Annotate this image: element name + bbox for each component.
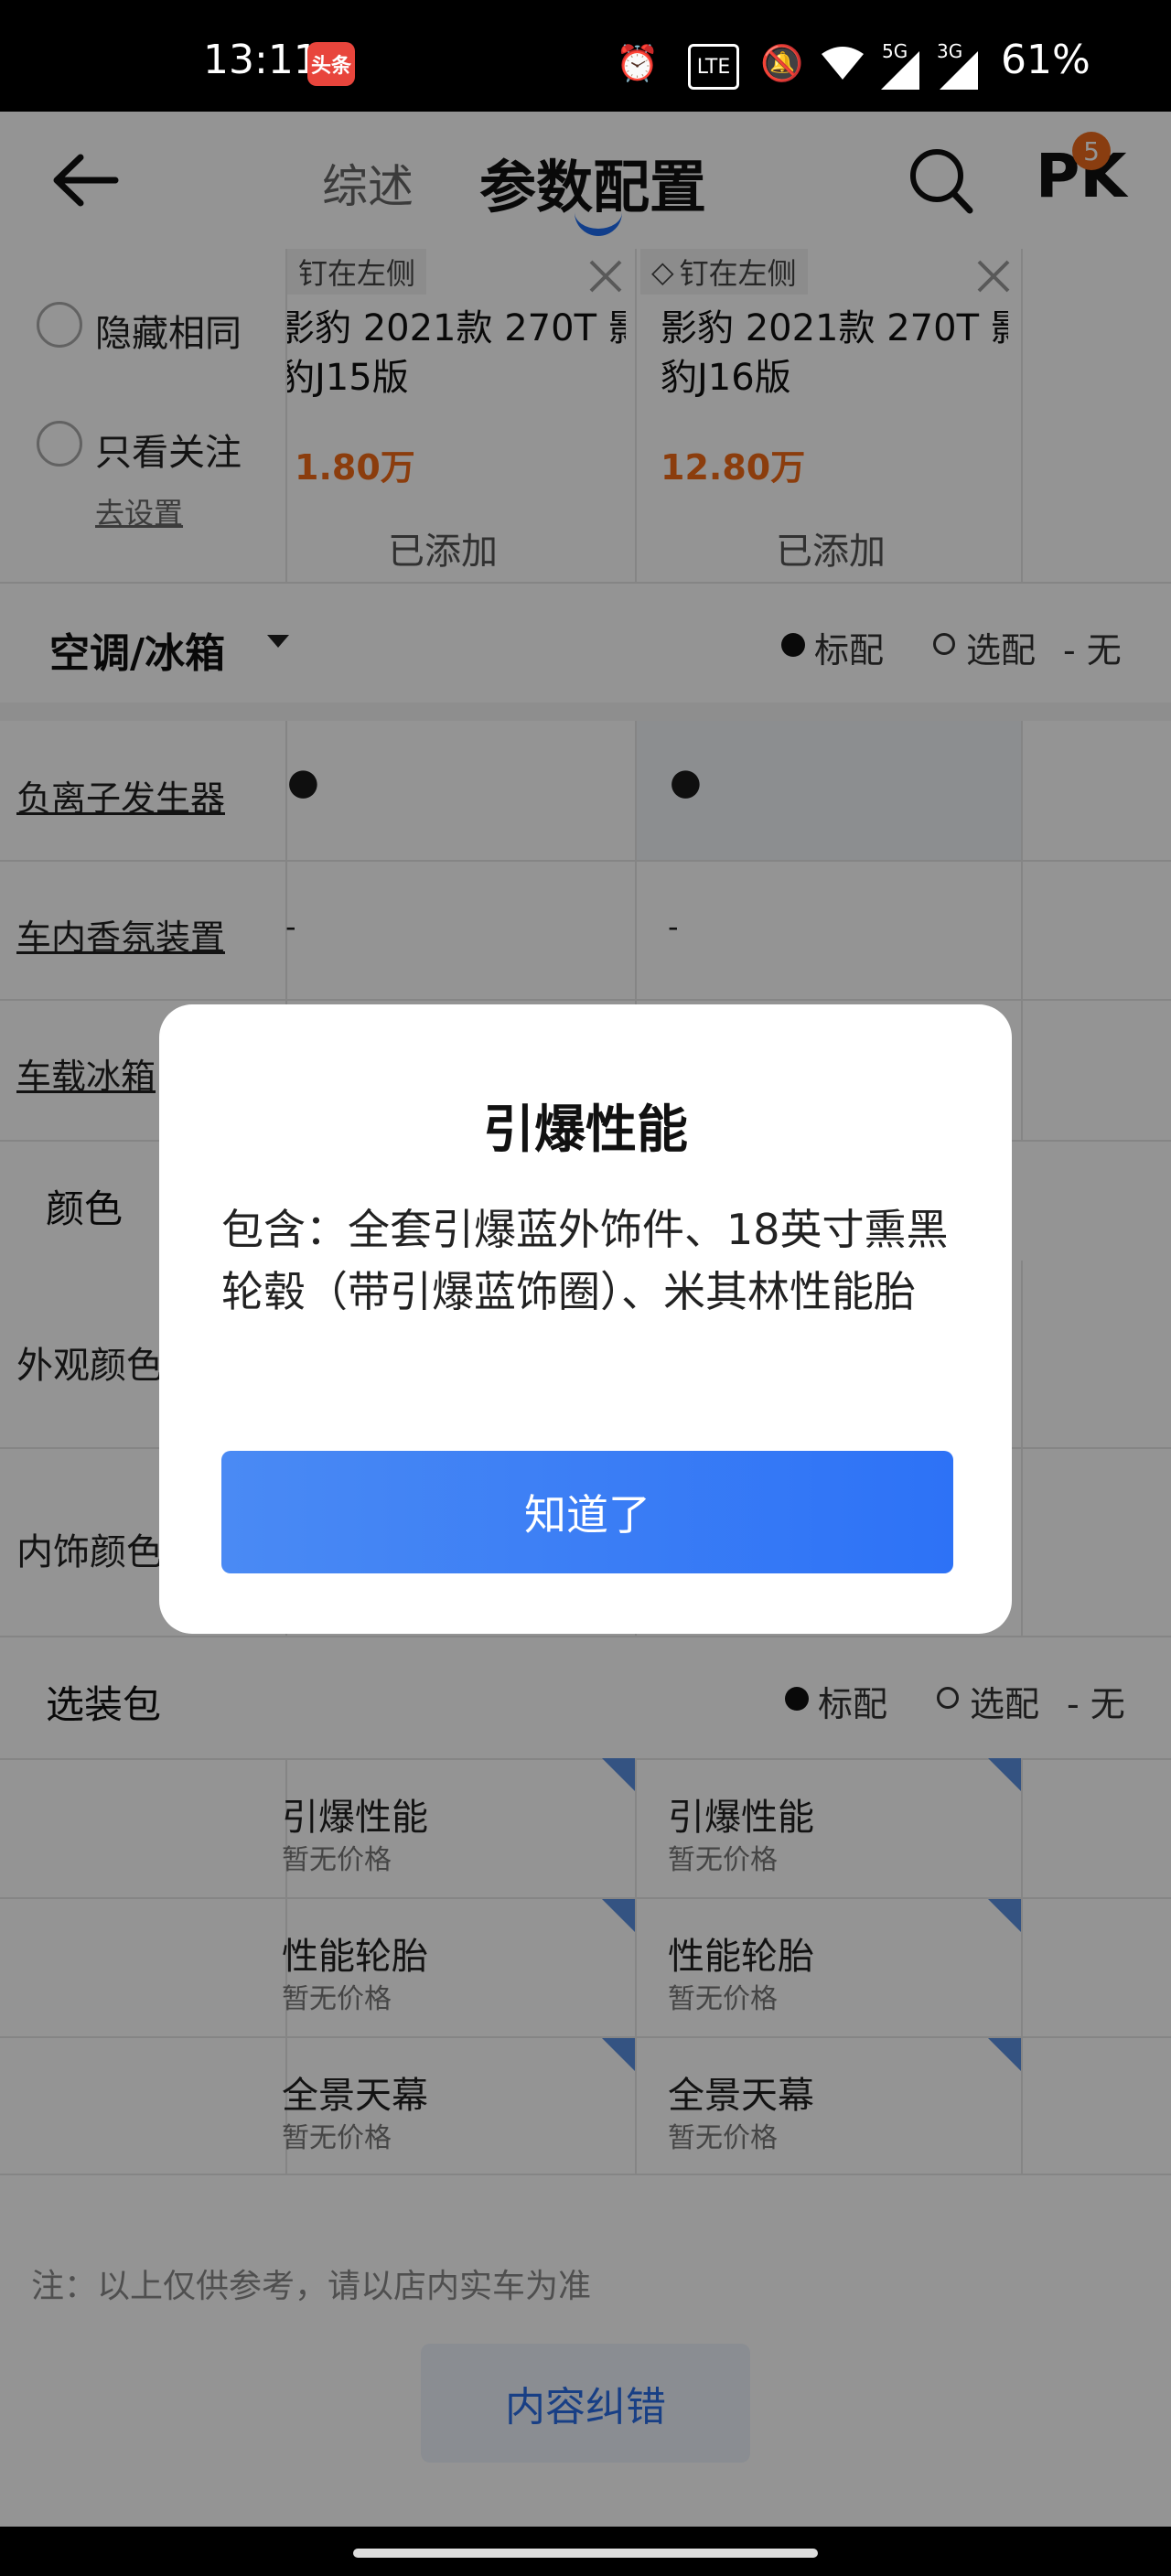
mute-bell-icon: 🔕 (760, 42, 804, 83)
signal-icon-2 (937, 48, 983, 93)
volte-icon: LTE (688, 44, 739, 90)
package-info-dialog: 引爆性能 包含：全套引爆蓝外饰件、18英寸熏黑轮毂（带引爆蓝饰圈）、米其林性能胎… (159, 1004, 1012, 1634)
toutiao-app-icon: 头条 (307, 42, 355, 86)
dialog-title: 引爆性能 (483, 1100, 688, 1160)
status-bar: 13:11 头条 ⏰ LTE 🔕 5G 3G 61% (0, 0, 1171, 112)
alarm-icon: ⏰ (616, 42, 660, 83)
signal-icon-1 (878, 48, 924, 93)
dialog-body: 包含：全套引爆蓝外饰件、18英寸熏黑轮毂（带引爆蓝饰圈）、米其林性能胎 (221, 1205, 949, 1316)
got-it-button[interactable]: 知道了 (221, 1451, 953, 1573)
wifi-icon (820, 40, 865, 86)
home-gesture-handle[interactable] (353, 2549, 818, 2558)
status-time: 13:11 (203, 37, 319, 83)
battery-level: 61% (1001, 37, 1090, 83)
